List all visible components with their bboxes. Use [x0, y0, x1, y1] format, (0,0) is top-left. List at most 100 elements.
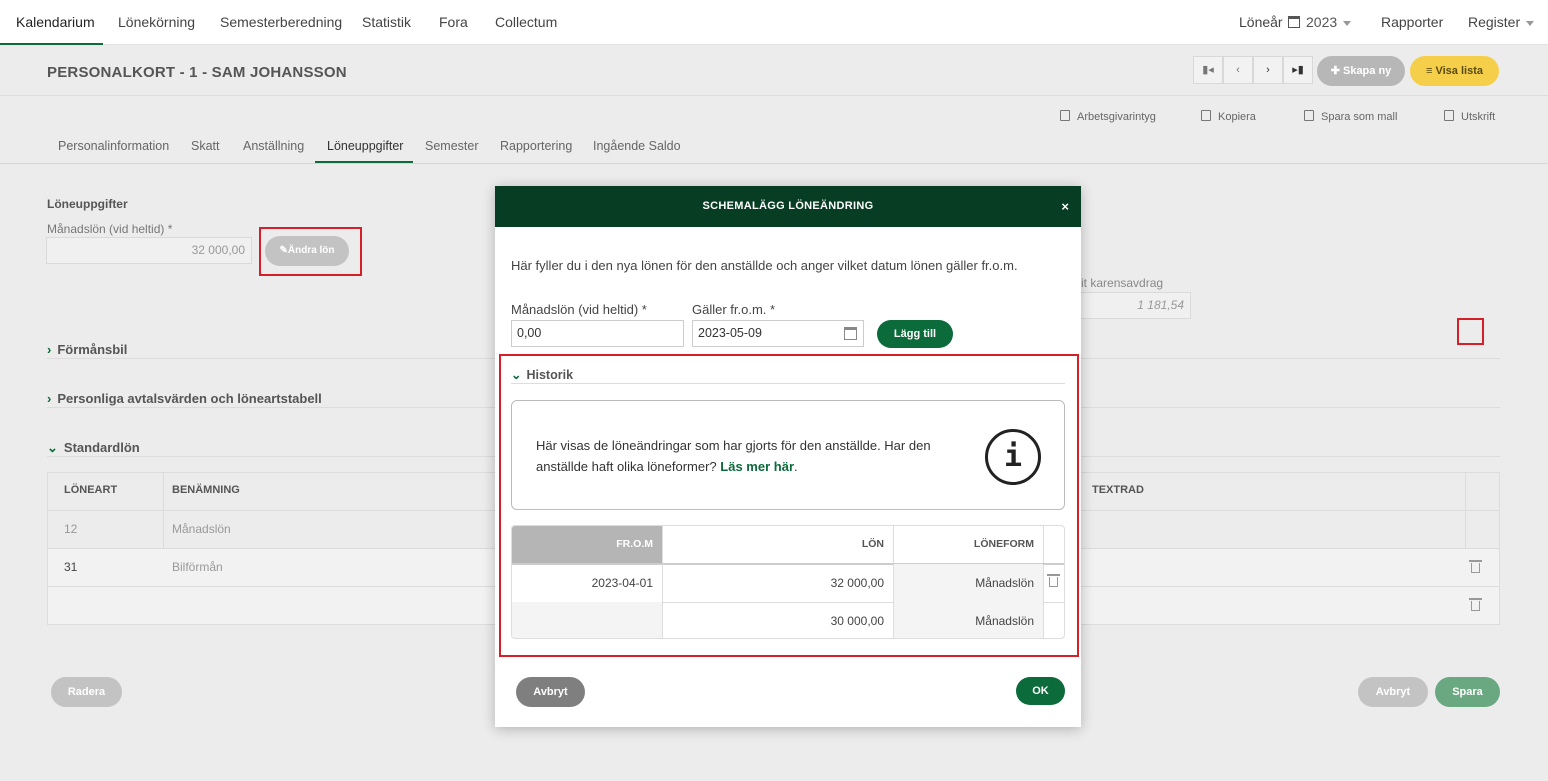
section-standardlon-label: Standardlön [63, 440, 140, 455]
info-box: Här visas de löneändringar som har gjort… [511, 400, 1065, 510]
calendar-icon [1288, 16, 1300, 28]
section-standardlon[interactable]: ⌄ Standardlön [47, 440, 140, 456]
nav-semesterberedning[interactable]: Semesterberedning [220, 0, 342, 45]
tab-anstallning[interactable]: Anställning [243, 139, 304, 153]
show-list-label: Visa lista [1435, 65, 1483, 77]
chevron-down-icon [1526, 20, 1535, 26]
new-salary-input[interactable]: 0,00 [511, 320, 684, 347]
dialog-cancel-button[interactable]: Avbryt [516, 677, 585, 707]
section-personliga-label: Personliga avtalsvärden och löneartstabe… [57, 391, 322, 406]
tab-semester[interactable]: Semester [425, 139, 479, 153]
create-new-button[interactable]: ✚ Skapa ny [1317, 56, 1405, 86]
create-new-label: Skapa ny [1342, 65, 1392, 77]
column-header-salary[interactable]: LÖN [662, 526, 893, 563]
karens-field: 1 181,54 [1077, 292, 1191, 319]
column-header-textrad: TEXTRAD [1092, 484, 1144, 496]
change-salary-label: Ändra lön [287, 245, 335, 256]
monthly-salary-field: 32 000,00 [46, 237, 252, 264]
salary-section-label: Löneuppgifter [47, 197, 128, 211]
calendar-icon[interactable] [844, 327, 857, 340]
nav-kalendarium[interactable]: Kalendarium [16, 0, 95, 45]
section-formansbil[interactable]: › Förmånsbil [47, 342, 127, 357]
history-title: Historik [526, 368, 574, 382]
nav-register[interactable]: Register [1468, 0, 1535, 45]
trash-icon[interactable] [1469, 560, 1482, 573]
year-selector[interactable]: 2023 [1288, 0, 1352, 45]
read-more-link[interactable]: Läs mer här [720, 459, 794, 474]
chevron-down-icon [1343, 20, 1352, 26]
nav-active-indicator [0, 43, 103, 45]
document-icon [1060, 110, 1070, 121]
section-formansbil-label: Förmånsbil [57, 342, 128, 357]
nav-collectum[interactable]: Collectum [495, 0, 557, 45]
register-label: Register [1468, 14, 1521, 30]
kopiera-label: Kopiera [1218, 111, 1256, 123]
history-row-salary: 30 000,00 [662, 602, 893, 638]
row-benamning: Månadslön [172, 522, 231, 536]
history-toggle[interactable]: ⌄ Historik [511, 367, 573, 382]
first-icon: ▮◂ [1202, 64, 1214, 76]
chevron-right-icon: › [47, 342, 52, 357]
tab-personalinformation[interactable]: Personalinformation [58, 139, 169, 153]
column-header-form[interactable]: LÖNEFORM [893, 526, 1043, 563]
highlight-box-small [1457, 318, 1484, 345]
prev-record-button[interactable]: ‹ [1223, 56, 1253, 84]
print-action[interactable]: Utskrift [1444, 110, 1495, 123]
column-header-loneart: LÖNEART [64, 484, 118, 496]
top-navigation: Kalendarium Lönekörning Semesterberednin… [0, 0, 1548, 45]
save-template-action[interactable]: Spara som mall [1304, 110, 1397, 123]
dialog-title: SCHEMALÄGG LÖNEÄNDRING [495, 186, 1081, 227]
history-divider [511, 383, 1065, 384]
row-benamning: Bilförmån [172, 560, 223, 574]
history-row-salary: 32 000,00 [662, 564, 893, 602]
chevron-right-icon: › [47, 391, 52, 406]
close-icon[interactable]: × [1061, 186, 1069, 227]
kopiera-action[interactable]: Kopiera [1201, 110, 1256, 123]
valid-from-value: 2023-05-09 [698, 326, 762, 340]
column-divider [1043, 526, 1044, 638]
show-list-button[interactable]: ≡ Visa lista [1410, 56, 1499, 86]
first-record-button[interactable]: ▮◂ [1193, 56, 1223, 84]
trash-icon[interactable] [1047, 574, 1060, 587]
chevron-down-icon: ⌄ [47, 440, 58, 455]
nav-rapporter[interactable]: Rapporter [1381, 0, 1443, 45]
nav-lonekorning[interactable]: Lönekörning [118, 0, 195, 45]
valid-from-input[interactable]: 2023-05-09 [692, 320, 864, 347]
column-header-benamning: BENÄMNING [172, 484, 240, 496]
header-divider [0, 95, 1548, 96]
chevron-right-icon: › [1266, 64, 1270, 76]
change-salary-button[interactable]: ✎Ändra lön [265, 236, 349, 266]
valid-from-label: Gäller fr.o.m. * [692, 302, 776, 317]
row-loneart: 31 [64, 560, 78, 574]
row-loneart: 12 [64, 522, 78, 536]
tab-loneuppgifter[interactable]: Löneuppgifter [327, 139, 403, 153]
chevron-left-icon: ‹ [1236, 64, 1240, 76]
trash-icon[interactable] [1469, 598, 1482, 611]
pencil-icon: ✎ [279, 245, 288, 256]
nav-fora[interactable]: Fora [439, 0, 468, 45]
next-record-button[interactable]: › [1253, 56, 1283, 84]
dialog-ok-button[interactable]: OK [1016, 677, 1065, 705]
column-header-from[interactable]: FR.O.M [512, 526, 662, 563]
cancel-button[interactable]: Avbryt [1358, 677, 1428, 707]
delete-button[interactable]: Radera [51, 677, 122, 707]
karens-label: it karensavdrag [1081, 276, 1164, 290]
save-icon [1304, 110, 1314, 121]
add-button[interactable]: Lägg till [877, 320, 953, 348]
history-row-form: Månadslön [893, 564, 1043, 602]
last-record-button[interactable]: ▸▮ [1283, 56, 1313, 84]
tab-rapportering[interactable]: Rapportering [500, 139, 572, 153]
chevron-down-icon: ⌄ [511, 368, 522, 382]
history-row-from: 2023-04-01 [591, 576, 653, 590]
section-personliga-avtalsvarden[interactable]: › Personliga avtalsvärden och löneartstab… [47, 391, 322, 406]
loneyear-label: Löneår [1239, 14, 1283, 30]
save-button[interactable]: Spara [1435, 677, 1500, 707]
tab-skatt[interactable]: Skatt [191, 139, 220, 153]
print-icon [1444, 110, 1454, 121]
save-template-label: Spara som mall [1321, 111, 1398, 123]
monthly-salary-label: Månadslön (vid heltid) * [47, 222, 173, 236]
plus-icon: ✚ [1330, 65, 1343, 77]
arbetsgivarintyg-action[interactable]: Arbetsgivarintyg [1060, 110, 1156, 123]
nav-statistik[interactable]: Statistik [362, 0, 411, 45]
tab-ingaende-saldo[interactable]: Ingående Saldo [593, 139, 681, 153]
